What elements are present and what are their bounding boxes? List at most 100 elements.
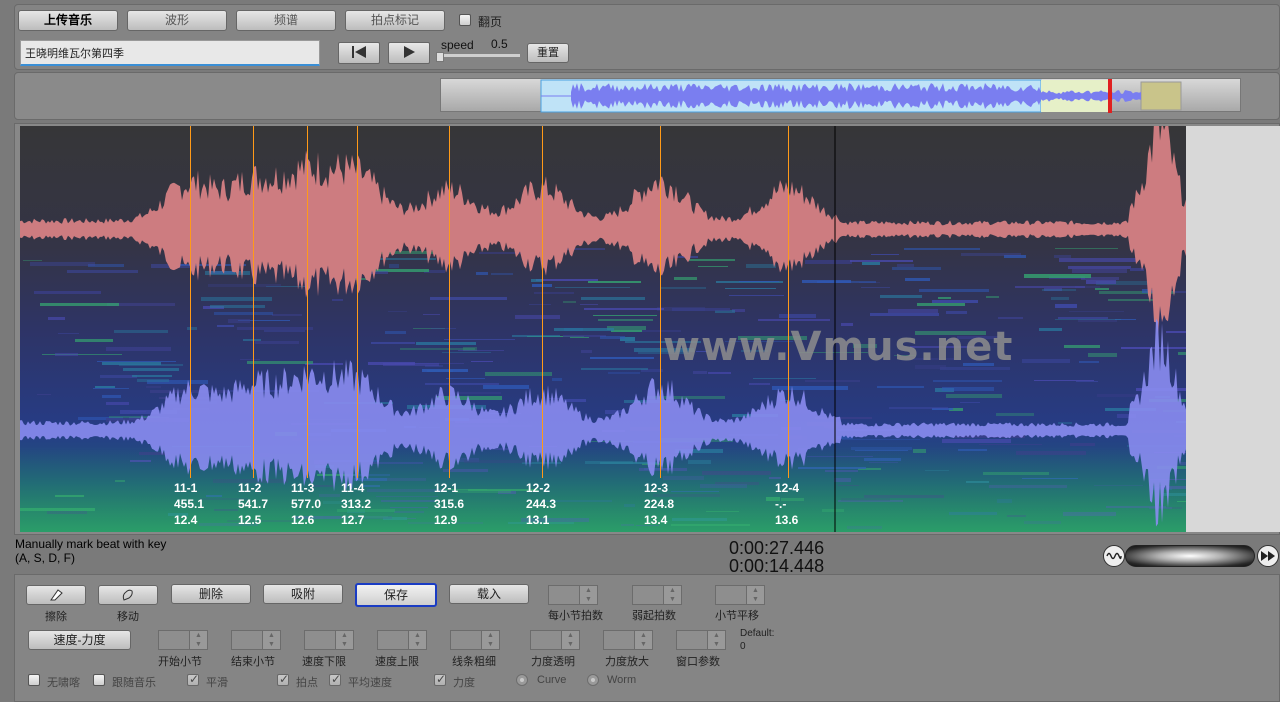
window-param-stepper[interactable]: ▲ ▼ bbox=[676, 630, 726, 650]
beat-time: 12.7 bbox=[341, 513, 365, 527]
keyboard-hint-line1: Manually mark beat with key bbox=[15, 537, 167, 551]
beat-label: 12-1 315.6 12.9 bbox=[434, 480, 464, 528]
spectrogram-view[interactable]: www.Vmus.net 11-1 455.1 12.4 11-2 541.7 12.5 1… bbox=[20, 126, 1186, 532]
beat-label: 11-2 541.7 12.5 bbox=[238, 480, 268, 528]
beat-line[interactable] bbox=[357, 126, 358, 478]
move-label: 移动 bbox=[117, 611, 139, 623]
page-flip-label: 翻页 bbox=[478, 15, 503, 29]
erase-label: 擦除 bbox=[45, 611, 67, 623]
smooth-checkbox[interactable] bbox=[187, 672, 199, 686]
play-button[interactable] bbox=[388, 42, 430, 64]
dynamics-checkbox[interactable] bbox=[434, 672, 446, 686]
worm-radio[interactable] bbox=[587, 674, 599, 686]
beat-time: 13.6 bbox=[775, 513, 799, 527]
spectrogram-side-area bbox=[1186, 126, 1280, 532]
beat-line[interactable] bbox=[253, 126, 254, 478]
skip-to-start-button[interactable] bbox=[338, 42, 380, 64]
no-jitter-label: 无啸喀 bbox=[47, 677, 80, 689]
dynamics-zoom-label: 力度放大 bbox=[605, 656, 649, 668]
dynamics-transparency-label: 力度透明 bbox=[531, 656, 575, 668]
beat-name: 12-4 bbox=[775, 481, 800, 495]
beat-time: 12.6 bbox=[291, 513, 315, 527]
delete-button[interactable]: 删除 bbox=[171, 584, 251, 604]
line-width-stepper[interactable]: ▲ ▼ bbox=[450, 630, 500, 650]
bar-shift-stepper[interactable]: ▲ ▼ bbox=[715, 585, 765, 605]
beat-point-checkbox[interactable] bbox=[277, 672, 289, 686]
beat-time: 12.9 bbox=[434, 513, 458, 527]
page-flip-checkbox[interactable] bbox=[459, 14, 471, 26]
fast-forward-icon[interactable] bbox=[1257, 545, 1279, 567]
beat-tempo: 315.6 bbox=[434, 497, 465, 511]
move-button[interactable] bbox=[98, 585, 158, 605]
default-value: 0 bbox=[740, 641, 746, 652]
beat-name: 11-1 bbox=[174, 481, 198, 495]
beat-name: 12-1 bbox=[434, 481, 459, 495]
beat-tempo: 244.3 bbox=[526, 497, 557, 511]
start-bar-label: 开始小节 bbox=[158, 656, 202, 668]
start-bar-stepper[interactable]: ▲ ▼ bbox=[158, 630, 208, 650]
beat-line[interactable] bbox=[449, 126, 450, 478]
tempo-upper-label: 速度上限 bbox=[375, 656, 419, 668]
keyboard-hint: Manually mark beat with key (A, S, D, F) bbox=[15, 537, 166, 565]
track-title-field[interactable]: 王晓明维瓦尔第四季 bbox=[20, 40, 320, 66]
speed-value: 0.5 bbox=[491, 37, 508, 51]
end-bar-stepper[interactable]: ▲ ▼ bbox=[231, 630, 281, 650]
hand-icon bbox=[120, 589, 136, 605]
dynamics-label: 力度 bbox=[453, 677, 475, 689]
speed-label: speed bbox=[441, 38, 474, 52]
beat-name: 11-2 bbox=[238, 481, 262, 495]
spectrum-button[interactable]: 频谱 bbox=[236, 10, 336, 31]
waveform-zoom-out-icon[interactable] bbox=[1103, 545, 1125, 567]
follow-music-checkbox[interactable] bbox=[93, 674, 105, 686]
beat-line[interactable] bbox=[190, 126, 191, 478]
beat-time: 13.1 bbox=[526, 513, 550, 527]
curve-radio[interactable] bbox=[516, 674, 528, 686]
pickup-beats-stepper[interactable]: ▲ ▼ bbox=[632, 585, 682, 605]
beat-name: 11-3 bbox=[291, 481, 315, 495]
snap-button[interactable]: 吸附 bbox=[263, 584, 343, 604]
speed-slider-thumb[interactable] bbox=[436, 52, 444, 62]
beat-tempo: 313.2 bbox=[341, 497, 372, 511]
beat-line[interactable] bbox=[542, 126, 543, 478]
skip-back-icon bbox=[350, 45, 368, 62]
tempo-lower-stepper[interactable]: ▲ ▼ bbox=[304, 630, 354, 650]
avg-tempo-checkbox[interactable] bbox=[329, 672, 341, 686]
beat-markers[interactable]: 11-1 455.1 12.4 11-2 541.7 12.5 11-3 577.0 12.6 1… bbox=[20, 126, 1186, 532]
beat-label: 12-3 224.8 13.4 bbox=[644, 480, 674, 528]
reset-button[interactable]: 重置 bbox=[527, 43, 569, 63]
avg-tempo-label: 平均速度 bbox=[348, 677, 392, 689]
no-jitter-checkbox[interactable] bbox=[28, 674, 40, 686]
beat-line[interactable] bbox=[660, 126, 661, 478]
beat-tempo: -.- bbox=[775, 497, 787, 511]
dynamics-transparency-stepper[interactable]: ▲ ▼ bbox=[530, 630, 580, 650]
dynamics-zoom-stepper[interactable]: ▲ ▼ bbox=[603, 630, 653, 650]
bar-shift-label: 小节平移 bbox=[715, 610, 759, 622]
waveform-button[interactable]: 波形 bbox=[127, 10, 227, 31]
beat-line[interactable] bbox=[307, 126, 308, 478]
follow-music-label: 跟随音乐 bbox=[112, 677, 156, 689]
curve-label: Curve bbox=[537, 674, 567, 686]
beat-label: 11-1 455.1 12.4 bbox=[174, 480, 204, 528]
erase-button[interactable] bbox=[26, 585, 86, 605]
beat-time: 13.4 bbox=[644, 513, 668, 527]
waveform-overview[interactable] bbox=[440, 78, 1241, 113]
beat-name: 12-3 bbox=[644, 481, 669, 495]
beat-tempo: 455.1 bbox=[174, 497, 205, 511]
speed-slider[interactable] bbox=[438, 54, 520, 57]
zoom-slider[interactable] bbox=[1125, 545, 1255, 567]
beat-time: 12.4 bbox=[174, 513, 198, 527]
beat-line[interactable] bbox=[788, 126, 789, 478]
smooth-label: 平滑 bbox=[206, 677, 228, 689]
window-param-label: 窗口参数 bbox=[676, 656, 720, 668]
beat-label: 12-4 -.- 13.6 bbox=[775, 480, 799, 528]
tempo-upper-stepper[interactable]: ▲ ▼ bbox=[377, 630, 427, 650]
beat-tempo: 577.0 bbox=[291, 497, 322, 511]
load-button[interactable]: 载入 bbox=[449, 584, 529, 604]
play-icon bbox=[401, 45, 417, 62]
beat-mark-button[interactable]: 拍点标记 bbox=[345, 10, 445, 31]
tempo-dynamics-button[interactable]: 速度-力度 bbox=[28, 630, 131, 650]
save-button[interactable]: 保存 bbox=[355, 583, 437, 607]
upload-music-button[interactable]: 上传音乐 bbox=[18, 10, 118, 31]
end-bar-label: 结束小节 bbox=[231, 656, 275, 668]
beats-per-bar-stepper[interactable]: ▲ ▼ bbox=[548, 585, 598, 605]
